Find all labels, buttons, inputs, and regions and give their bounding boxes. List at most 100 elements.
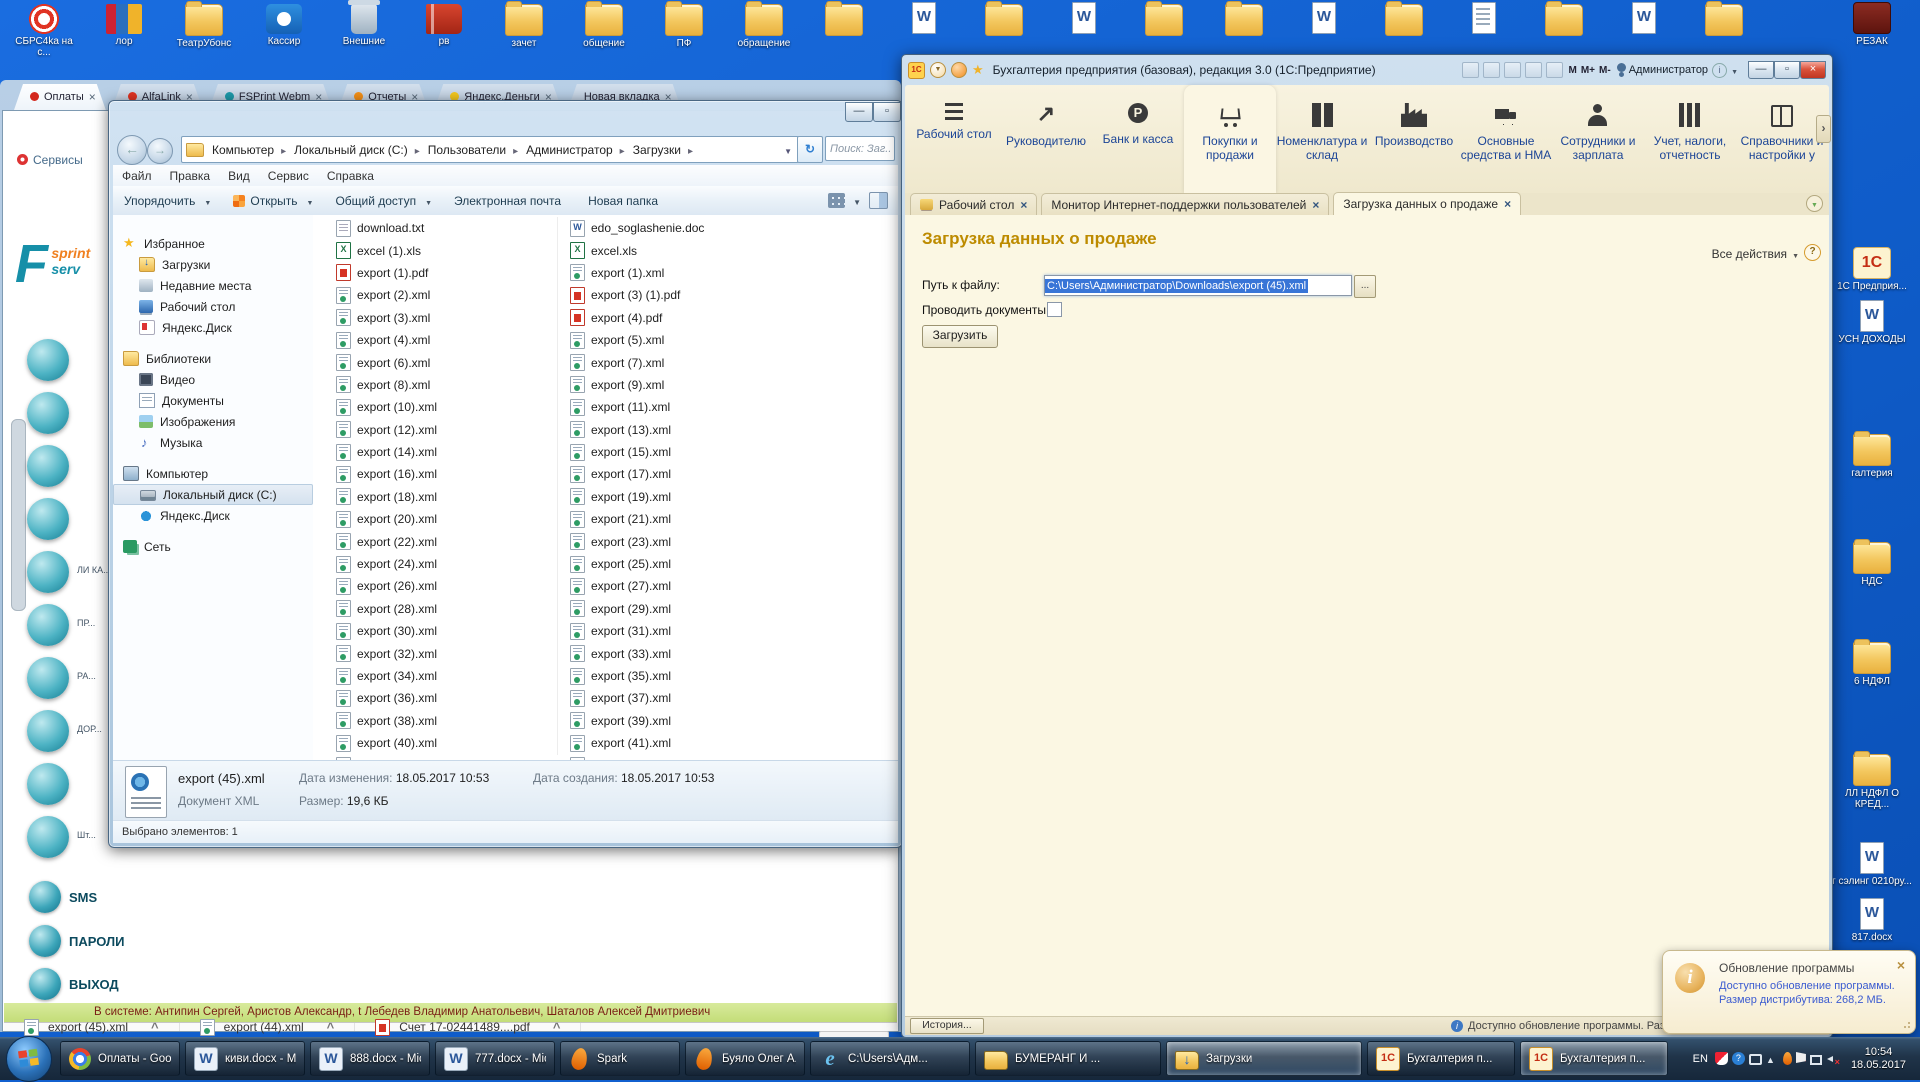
file-item[interactable]: export (24).xml <box>331 553 561 575</box>
file-item[interactable]: export (30).xml <box>331 620 561 642</box>
search-input[interactable] <box>825 136 895 161</box>
file-item[interactable]: export (32).xml <box>331 642 561 664</box>
address-dropdown-icon[interactable] <box>784 143 798 157</box>
desktop-icon[interactable] <box>1288 2 1360 61</box>
file-item[interactable]: export (29).xml <box>565 598 795 620</box>
nav-item[interactable]: Яндекс.Диск <box>113 505 313 526</box>
file-item[interactable]: export (2).xml <box>331 284 561 306</box>
ribbon-section[interactable]: Банк и касса <box>1092 85 1184 193</box>
breadcrumb-segment[interactable]: Компьютер <box>208 143 290 157</box>
file-item[interactable]: export (1).xml <box>565 262 795 284</box>
desktop-icon[interactable] <box>888 2 960 61</box>
file-item[interactable]: export (1).pdf <box>331 262 561 284</box>
refresh-button[interactable] <box>797 136 823 163</box>
rail-button[interactable]: ЛИ КА... <box>27 551 73 595</box>
file-item[interactable]: export (39).xml <box>565 710 795 732</box>
rail-button[interactable]: ДОР... <box>27 710 73 754</box>
file-item[interactable]: export (9).xml <box>565 374 795 396</box>
history-button[interactable]: История... <box>910 1018 984 1034</box>
desktop-icon[interactable]: РЕЗАК <box>1828 0 1916 59</box>
nav-item[interactable]: Музыка <box>113 432 313 453</box>
toolbar-button[interactable]: Новая папка <box>577 194 674 208</box>
favorites-star-icon[interactable] <box>972 62 984 78</box>
show-hidden-icons[interactable] <box>1766 1052 1779 1065</box>
file-item[interactable]: export (8).xml <box>331 374 561 396</box>
file-item[interactable]: export (3) (1).pdf <box>565 284 795 306</box>
desktop-icon[interactable] <box>808 2 880 61</box>
nav-item[interactable]: Загрузки <box>113 254 313 275</box>
search-box[interactable] <box>825 136 895 161</box>
desktop-icon[interactable] <box>1368 2 1440 61</box>
desktop-icon[interactable]: общение <box>568 2 640 61</box>
nav-item[interactable]: Сеть <box>113 536 313 557</box>
address-bar[interactable]: КомпьютерЛокальный диск (C:)Пользователи… <box>181 136 799 163</box>
passwords-button[interactable]: ПАРОЛИ <box>29 923 125 959</box>
nav-item[interactable]: Недавние места <box>113 275 313 296</box>
nav-item[interactable]: Видео <box>113 369 313 390</box>
ribbon-scroll-right-icon[interactable] <box>1816 115 1831 143</box>
forward-button[interactable] <box>147 138 173 164</box>
taskbar-button[interactable]: киви.docx - M... <box>185 1041 305 1076</box>
taskbar-button[interactable]: Бухгалтерия п... <box>1367 1041 1515 1076</box>
help-button[interactable]: ? <box>1804 244 1821 261</box>
desktop-icon[interactable] <box>1688 2 1760 61</box>
preview-pane-icon[interactable] <box>869 192 888 209</box>
desktop-icon[interactable]: галтерия <box>1828 432 1916 491</box>
ribbon-section[interactable]: Сотрудники и зарплата <box>1552 85 1644 193</box>
nav-item[interactable]: Компьютер <box>113 463 313 484</box>
view-dropdown-icon[interactable] <box>853 194 861 208</box>
calculator-icon[interactable] <box>1546 62 1563 78</box>
help-tray-icon[interactable] <box>1732 1052 1745 1065</box>
desktop-icon[interactable]: ЛЛ НДФЛ О КРЕД... <box>1828 752 1916 811</box>
file-item[interactable]: export (4).xml <box>331 329 561 351</box>
update-available-status[interactable]: i Доступно обновление программы. Разм... <box>1451 1020 1663 1032</box>
document-tab[interactable]: Загрузка данных о продаже <box>1333 192 1521 215</box>
desktop-icon[interactable] <box>1448 2 1520 61</box>
rail-button[interactable] <box>27 763 73 807</box>
quick-access-icon[interactable] <box>951 62 967 78</box>
file-item[interactable]: export (3).xml <box>331 307 561 329</box>
rail-button[interactable]: ПР... <box>27 604 73 648</box>
downloaded-file-chip[interactable]: Счет 17-02441489....pdf <box>355 1023 581 1031</box>
rail-button[interactable] <box>27 445 73 489</box>
taskbar-button[interactable]: Буяло Олег А... <box>685 1041 805 1076</box>
chevron-up-icon[interactable] <box>539 1020 561 1035</box>
link-icon[interactable] <box>1525 62 1542 78</box>
file-item[interactable]: export (41).xml <box>565 732 795 754</box>
file-item[interactable]: export (40).xml <box>331 732 561 754</box>
ribbon-section[interactable]: Покупки и продажи <box>1184 85 1276 193</box>
file-path-input[interactable]: C:\Users\Администратор\Downloads\export … <box>1044 275 1352 296</box>
toolbar-button[interactable]: Электронная почта <box>443 194 577 208</box>
change-view-icon[interactable] <box>828 193 845 208</box>
minimize-button[interactable]: — <box>1748 61 1774 79</box>
ribbon-section[interactable]: Номенклатура и склад <box>1276 85 1368 193</box>
desktop-icon[interactable]: ТеатрУбонс <box>168 2 240 61</box>
file-item[interactable]: export (14).xml <box>331 441 561 463</box>
volume-muted-icon[interactable] <box>1826 1052 1839 1065</box>
file-item[interactable]: excel (1).xls <box>331 239 561 261</box>
chevron-up-icon[interactable] <box>137 1020 159 1035</box>
browser-tab[interactable]: Оплаты <box>14 84 106 110</box>
nav-item[interactable]: Рабочий стол <box>113 296 313 317</box>
action-center-icon[interactable] <box>1796 1052 1806 1065</box>
file-item[interactable]: export (10).xml <box>331 396 561 418</box>
taskbar-button[interactable]: 888.docx - Mic... <box>310 1041 430 1076</box>
browse-button[interactable]: ... <box>1354 275 1376 298</box>
nav-item[interactable]: Избранное <box>113 233 313 254</box>
file-item[interactable]: export (26).xml <box>331 575 561 597</box>
maximize-button[interactable]: ▫ <box>873 102 901 122</box>
tab-list-dropdown-icon[interactable] <box>1806 195 1823 212</box>
sms-button[interactable]: SMS <box>29 879 97 915</box>
spark-tray-icon[interactable] <box>1783 1052 1792 1065</box>
notification-link[interactable]: Размер дистрибутива: 268,2 МБ. <box>1719 993 1899 1007</box>
tab-close-icon[interactable] <box>1504 197 1511 211</box>
desktop-icon[interactable]: г сэлинг 0210ру... <box>1828 842 1916 899</box>
desktop-icon[interactable]: СБРС4ka на с... <box>8 2 80 61</box>
menu-item[interactable]: Правка <box>161 169 220 183</box>
desktop-icon[interactable]: обращение <box>728 2 800 61</box>
document-tab[interactable]: Рабочий стол <box>910 193 1037 215</box>
desktop-icon[interactable] <box>1048 2 1120 61</box>
ribbon-section[interactable]: Учет, налоги, отчетность <box>1644 85 1736 193</box>
file-item[interactable]: export (38).xml <box>331 710 561 732</box>
file-item[interactable]: export (28).xml <box>331 598 561 620</box>
